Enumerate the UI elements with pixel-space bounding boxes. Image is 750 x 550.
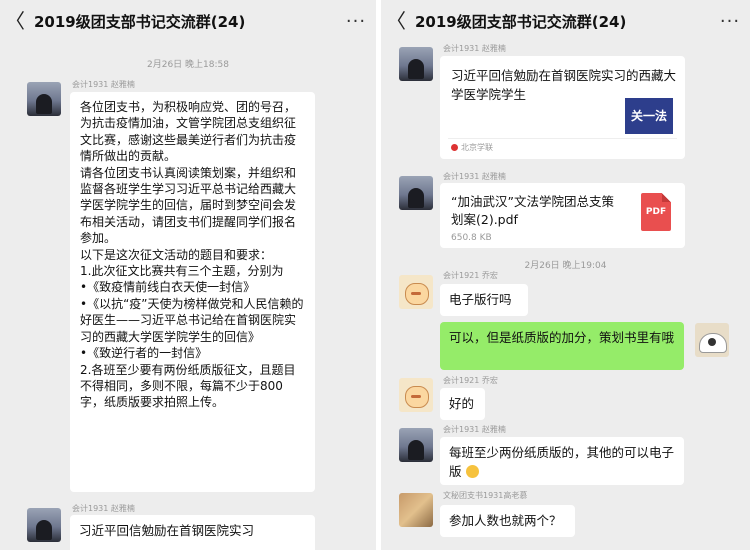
own-avatar[interactable] bbox=[695, 323, 729, 357]
own-message-bubble[interactable]: 可以，但是纸质版的加分，策划书里有哦 bbox=[440, 322, 684, 370]
source-logo-icon bbox=[451, 144, 458, 151]
message-bubble[interactable]: 电子版行吗 bbox=[440, 284, 528, 316]
chat-screen-left: 〈 2019级团支部书记交流群(24) ··· 2月26日 晚上18:58 会计… bbox=[0, 0, 376, 550]
group-title: 2019级团支部书记交流群(24) bbox=[415, 12, 627, 31]
avatar[interactable] bbox=[27, 508, 61, 542]
file-size: 650.8 KB bbox=[451, 233, 492, 243]
sender-name: 会计1931 赵雅楠 bbox=[72, 80, 135, 89]
avatar[interactable] bbox=[399, 493, 433, 527]
sender-name: 会计1931 赵雅楠 bbox=[72, 504, 135, 513]
more-options-icon[interactable]: ··· bbox=[710, 11, 750, 32]
article-source-label: 北京学联 bbox=[461, 143, 493, 152]
avatar[interactable] bbox=[399, 275, 433, 309]
sender-name: 会计1931 赵雅楠 bbox=[443, 425, 506, 434]
message-bubble-long[interactable]: 各位团支书，为积极响应党、团的号召，为抗击疫情加油，文管学院团总支组织征文比赛，… bbox=[70, 92, 315, 492]
avatar[interactable] bbox=[399, 378, 433, 412]
message-bubble-partial[interactable]: 习近平回信勉励在首钢医院实习 bbox=[70, 515, 315, 550]
article-thumbnail: 关一法 bbox=[625, 98, 673, 134]
time-divider: 2月26日 晚上19:04 bbox=[524, 261, 607, 271]
sender-name: 会计1931 赵雅楠 bbox=[443, 172, 506, 181]
avatar[interactable] bbox=[399, 47, 433, 81]
chat-header: 〈 2019级团支部书记交流群(24) ··· bbox=[0, 0, 376, 42]
back-arrow-icon[interactable]: 〈 bbox=[0, 0, 30, 42]
message-bubble[interactable]: 每班至少两份纸质版的，其他的可以电子版 bbox=[440, 437, 684, 485]
message-bubble[interactable]: 好的 bbox=[440, 388, 485, 420]
message-text: 每班至少两份纸质版的，其他的可以电子版 bbox=[449, 445, 675, 479]
sender-name: 会计1931 赵雅楠 bbox=[443, 44, 506, 53]
card-divider bbox=[448, 138, 677, 139]
sender-name: 文秘团支书1931高老慕 bbox=[443, 491, 528, 500]
time-divider: 2月26日 晚上18:58 bbox=[147, 60, 229, 70]
avatar[interactable] bbox=[399, 428, 433, 462]
chat-header: 〈 2019级团支部书记交流群(24) ··· bbox=[381, 0, 750, 42]
group-title: 2019级团支部书记交流群(24) bbox=[34, 12, 246, 31]
article-source: 北京学联 bbox=[451, 142, 493, 153]
back-arrow-icon[interactable]: 〈 bbox=[381, 0, 411, 42]
file-name: “加油武汉”文法学院团总支策划案(2).pdf bbox=[451, 194, 614, 227]
file-card[interactable]: “加油武汉”文法学院团总支策划案(2).pdf 650.8 KB PDF bbox=[440, 183, 685, 248]
more-options-icon[interactable]: ··· bbox=[336, 11, 376, 32]
avatar[interactable] bbox=[399, 176, 433, 210]
chat-screen-right: 〈 2019级团支部书记交流群(24) ··· 会计1931 赵雅楠 习近平回信… bbox=[381, 0, 750, 550]
article-card[interactable]: 习近平回信勉励在首钢医院实习的西藏大学医学院学生 关一法 北京学联 bbox=[440, 56, 685, 159]
sender-name: 会计1921 乔宏 bbox=[443, 376, 498, 385]
sender-name: 会计1921 乔宏 bbox=[443, 271, 498, 280]
avatar[interactable] bbox=[27, 82, 61, 116]
message-bubble[interactable]: 参加人数也就两个？ bbox=[440, 505, 575, 537]
pdf-file-icon: PDF bbox=[641, 193, 671, 231]
smile-emoji-icon bbox=[465, 465, 479, 478]
